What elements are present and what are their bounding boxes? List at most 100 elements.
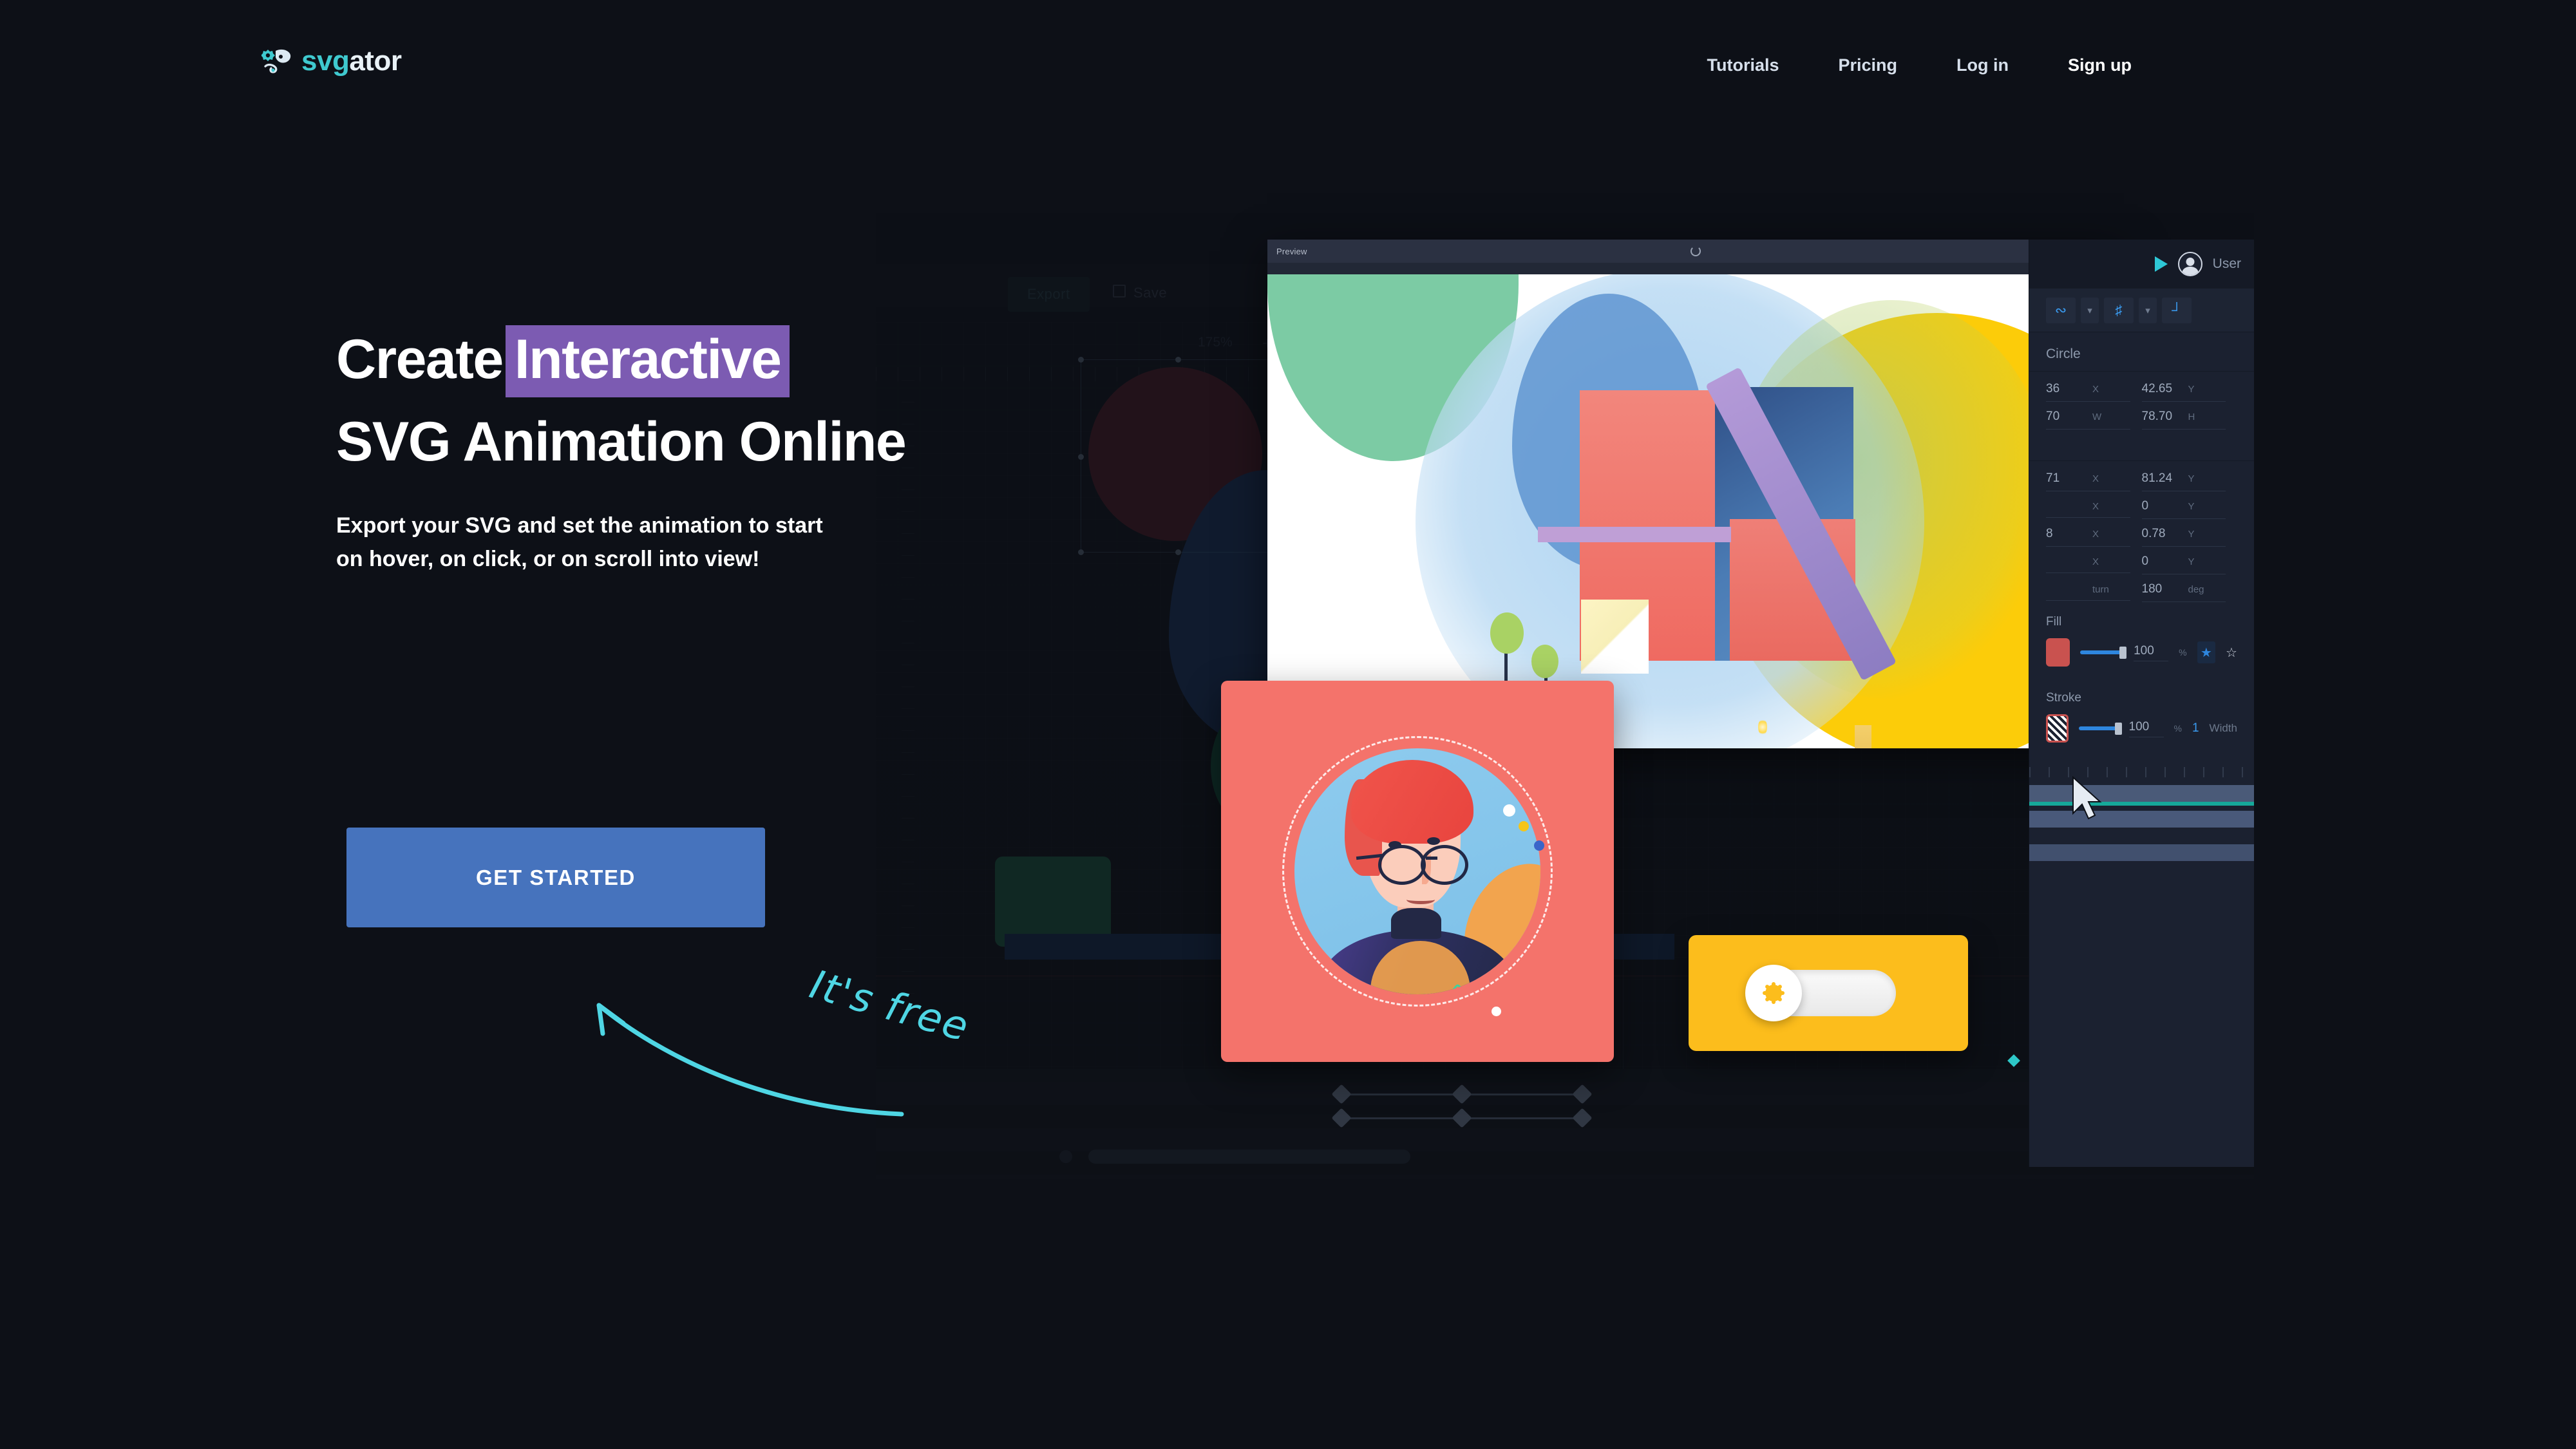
anchor-point-handle[interactable] — [1503, 804, 1515, 817]
stroke-width-label: Width — [2209, 722, 2237, 734]
chevron-down-icon[interactable]: ▾ — [2139, 297, 2157, 323]
h-value[interactable]: 78.70 — [2142, 410, 2182, 424]
transform-fields[interactable]: 36 X 42.65 Y 70 W 78.70 H — [2029, 372, 2254, 430]
illustration-yellow-panel — [1855, 725, 1871, 748]
export-button[interactable]: Export — [1008, 277, 1090, 312]
grid-icon[interactable]: ♯ — [2104, 297, 2134, 323]
fill-color-swatch[interactable] — [2046, 638, 2070, 667]
fill-controls[interactable]: 100 % ★ ☆ — [2029, 633, 2254, 679]
w-value[interactable]: 70 — [2046, 410, 2086, 424]
property-row: turn 180 deg — [2046, 576, 2237, 602]
subtitle-line2: on hover, on click, or on scroll into vi… — [336, 546, 760, 571]
play-icon[interactable] — [2154, 256, 2168, 272]
motion-x-label: X — [2092, 473, 2099, 484]
day-night-toggle-card[interactable] — [1689, 935, 1968, 1051]
properties-panel[interactable]: User ∾ ▾ ♯ ▾ ┘ Circle 36 X 42.65 Y 70 W … — [2029, 240, 2254, 1167]
avatar-glasses-lens — [1421, 845, 1468, 885]
avatar-glasses-bridge — [1426, 857, 1437, 860]
star-outline-icon[interactable]: ☆ — [2226, 645, 2237, 661]
preview-window-titlebar: Preview × — [1267, 240, 2124, 263]
nav-login[interactable]: Log in — [1956, 55, 2009, 75]
avatar-glasses-lens — [1378, 845, 1426, 885]
deg-label: deg — [2188, 584, 2204, 595]
motion-y-value[interactable]: 0.78 — [2142, 527, 2182, 541]
toggle-knob[interactable] — [1745, 965, 1802, 1021]
property-row: 71 X 81.24 Y — [2046, 465, 2237, 491]
toggle-track[interactable] — [1745, 965, 1896, 1021]
headline-line2: SVG Animation Online — [336, 411, 907, 473]
canvas-shape-green2[interactable] — [995, 857, 1111, 947]
illustration-window — [1581, 600, 1649, 674]
preview-subbar — [1267, 263, 2124, 274]
ruler-icon[interactable]: ┘ — [2162, 297, 2192, 323]
motion-x-value[interactable]: 71 — [2046, 471, 2086, 486]
headline-highlight: Interactive — [505, 325, 790, 397]
stroke-color-swatch[interactable] — [2046, 714, 2069, 743]
sun-icon — [1763, 982, 1785, 1004]
motion-x-value[interactable]: 8 — [2046, 527, 2086, 541]
refresh-icon[interactable] — [1690, 246, 1701, 256]
chevron-down-icon[interactable]: ▾ — [2081, 297, 2099, 323]
stroke-opacity-value[interactable]: 100 — [2128, 720, 2164, 737]
deg-value[interactable]: 180 — [2142, 582, 2182, 596]
panel-timeline-accent — [2029, 802, 2254, 806]
motion-y-value[interactable]: 81.24 — [2142, 471, 2182, 486]
panel-toolbar[interactable]: ∾ ▾ ♯ ▾ ┘ — [2029, 289, 2254, 332]
panel-timeline-ruler — [2029, 767, 2254, 777]
fill-opacity-value[interactable]: 100 — [2134, 644, 2169, 661]
panel-header: User — [2029, 240, 2254, 289]
property-row: 36 X 42.65 Y — [2046, 375, 2237, 402]
nav-tutorials[interactable]: Tutorials — [1707, 55, 1779, 75]
nav-signup[interactable]: Sign up — [2068, 55, 2132, 75]
horizontal-scrollbar[interactable] — [1088, 1150, 1410, 1164]
motion-y-label: Y — [2188, 501, 2195, 512]
save-button[interactable]: Save — [1133, 285, 1167, 301]
panel-timeline-band[interactable] — [2029, 844, 2254, 861]
preview-window[interactable]: Preview × — [1267, 240, 2124, 748]
preview-window-title: Preview — [1276, 246, 1307, 256]
user-avatar-icon[interactable] — [2177, 252, 2202, 276]
anchor-point-handle[interactable] — [1519, 821, 1529, 831]
property-row: X 0 Y — [2046, 548, 2237, 574]
motion-y-value[interactable]: 0 — [2142, 554, 2182, 569]
page-title: Create Interactive SVG Animation Online — [336, 325, 1302, 469]
stroke-section-label: Stroke — [2046, 691, 2081, 705]
subtitle-line1: Export your SVG and set the animation to… — [336, 513, 823, 538]
anchor-point-handle[interactable] — [1492, 1007, 1501, 1016]
nav-pricing[interactable]: Pricing — [1839, 55, 1898, 75]
percent-symbol: % — [2179, 647, 2187, 658]
fill-opacity-slider[interactable] — [2079, 647, 2127, 659]
avatar-eye — [1427, 837, 1440, 845]
stroke-width-value[interactable]: 1 — [2192, 721, 2199, 735]
illustration-house-beam — [1538, 527, 1731, 542]
motion-y-label: Y — [2188, 556, 2195, 567]
y-value[interactable]: 42.65 — [2142, 382, 2182, 396]
star-filled-icon[interactable]: ★ — [2197, 641, 2216, 663]
stroke-opacity-slider[interactable] — [2079, 723, 2122, 735]
illustration-tree-top — [1531, 645, 1558, 678]
motion-x-label: X — [2092, 500, 2099, 512]
preview-illustration — [1267, 274, 2124, 748]
property-row: 8 X 0.78 Y — [2046, 520, 2237, 547]
keyframe-row[interactable] — [1331, 1084, 1593, 1104]
top-navigation[interactable]: Tutorials Pricing Log in Sign up — [1707, 55, 2576, 75]
fill-section-label: Fill — [2046, 615, 2062, 629]
avatar-illustration-card[interactable] — [1221, 681, 1614, 1062]
panel-timeline-band[interactable] — [2029, 811, 2254, 828]
motion-y-value[interactable]: 0 — [2142, 499, 2182, 513]
property-row: X 0 Y — [2046, 493, 2237, 519]
site-logo[interactable]: svgator — [261, 45, 402, 77]
hero-section: Create Interactive SVG Animation Online E… — [336, 325, 1302, 576]
stroke-controls[interactable]: 100 % 1 Width — [2029, 709, 2254, 755]
property-row: 70 W 78.70 H — [2046, 403, 2237, 430]
motion-fields[interactable]: 71 X 81.24 Y X 0 Y 8 X 0.78 Y X 0 Y turn… — [2029, 461, 2254, 602]
w-label: W — [2092, 412, 2102, 422]
keyframe-row[interactable] — [1331, 1108, 1593, 1128]
anchor-point-handle[interactable] — [1534, 840, 1544, 851]
x-value[interactable]: 36 — [2046, 382, 2086, 396]
magnet-icon[interactable]: ∾ — [2046, 297, 2076, 323]
panel-timeline-band[interactable] — [2029, 785, 2254, 802]
scrollbar-handle-dot[interactable] — [1059, 1150, 1072, 1163]
get-started-button[interactable]: GET STARTED — [346, 828, 765, 927]
illustration-lamp — [1758, 719, 1767, 735]
